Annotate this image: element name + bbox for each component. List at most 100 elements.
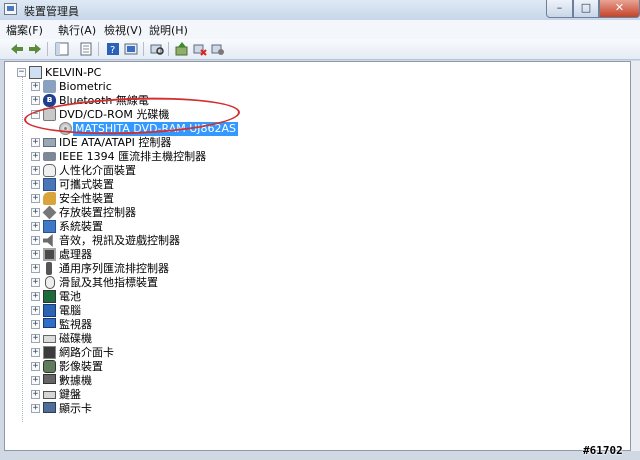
tree-node-battery[interactable]: + 電池 xyxy=(31,290,331,304)
tree-node-system[interactable]: + 系統裝置 xyxy=(31,220,331,234)
tree-node-label: IEEE 1394 匯流排主機控制器 xyxy=(59,150,207,163)
tree-node-ieee1394[interactable]: + IEEE 1394 匯流排主機控制器 xyxy=(31,150,331,164)
tree-node-monitor[interactable]: + 監視器 xyxy=(31,318,331,332)
toolbar-separator xyxy=(168,42,169,56)
toolbar-separator xyxy=(98,42,99,56)
expand-icon[interactable]: + xyxy=(31,166,40,175)
mouse-icon xyxy=(45,276,55,289)
tree-node-computer[interactable]: + 電腦 xyxy=(31,304,331,318)
expand-icon[interactable]: + xyxy=(31,194,40,203)
help-icon[interactable]: ? xyxy=(106,42,120,56)
tree-node-ide[interactable]: + IDE ATA/ATAPI 控制器 xyxy=(31,136,331,150)
tree-node-imaging[interactable]: + 影像裝置 xyxy=(31,360,331,374)
battery-icon xyxy=(43,290,56,303)
keyboard-icon xyxy=(43,391,56,399)
imaging-device-icon xyxy=(43,360,56,373)
expand-icon[interactable]: + xyxy=(31,152,40,161)
back-arrow-icon[interactable] xyxy=(10,42,24,56)
tree-node-hid[interactable]: + 人性化介面裝置 xyxy=(31,164,331,178)
processor-icon xyxy=(43,248,56,261)
toolbar-separator xyxy=(143,42,144,56)
expand-icon[interactable]: + xyxy=(31,222,40,231)
window-right-edge xyxy=(631,61,640,451)
expand-icon[interactable]: + xyxy=(31,250,40,259)
tree-node-portable[interactable]: + 可攜式裝置 xyxy=(31,178,331,192)
scan-hardware-icon[interactable] xyxy=(150,42,164,56)
tree-node-biometric[interactable]: + Biometric xyxy=(31,80,331,94)
expand-icon[interactable]: + xyxy=(31,180,40,189)
collapse-icon[interactable]: − xyxy=(17,68,26,77)
expand-icon[interactable]: + xyxy=(31,138,40,147)
maximize-button[interactable]: □ xyxy=(573,0,599,18)
security-key-icon xyxy=(43,192,56,205)
tree-node-sound[interactable]: + 音效，視訊及遊戲控制器 xyxy=(31,234,331,248)
forward-arrow-icon[interactable] xyxy=(28,42,42,56)
tree-node-mouse[interactable]: + 滑鼠及其他指標裝置 xyxy=(31,276,331,290)
tree-node-label: 存放裝置控制器 xyxy=(59,206,136,219)
tree-node-label: 可攜式裝置 xyxy=(59,178,114,191)
menu-file[interactable]: 檔案(F) xyxy=(6,22,43,38)
tree-node-label: Biometric xyxy=(59,80,112,93)
storage-controller-icon xyxy=(42,205,57,220)
monitor-icon xyxy=(43,318,56,328)
portable-device-icon xyxy=(43,178,56,191)
uninstall-icon[interactable] xyxy=(211,42,225,56)
menu-help[interactable]: 說明(H) xyxy=(149,22,188,38)
expand-icon[interactable]: + xyxy=(31,390,40,399)
ieee1394-icon xyxy=(43,152,56,161)
menu-action[interactable]: 執行(A) xyxy=(58,22,96,38)
close-button[interactable]: ✕ xyxy=(599,0,640,18)
tree-node-display[interactable]: + 顯示卡 xyxy=(31,402,331,416)
tree-node-label: 系統裝置 xyxy=(59,220,103,233)
expand-icon[interactable]: + xyxy=(31,292,40,301)
tree-node-label: 影像裝置 xyxy=(59,360,103,373)
expand-icon[interactable]: + xyxy=(31,404,40,413)
expand-icon[interactable]: + xyxy=(31,348,40,357)
tree-root[interactable]: − KELVIN-PC xyxy=(17,66,217,80)
show-hide-tree-icon[interactable] xyxy=(55,42,69,56)
tree-node-storage[interactable]: + 存放裝置控制器 xyxy=(31,205,331,220)
tree-node-label: 顯示卡 xyxy=(59,402,92,415)
tree-node-label: 監視器 xyxy=(59,318,92,331)
menu-view[interactable]: 檢視(V) xyxy=(104,22,142,38)
tree-node-network[interactable]: + 網路介面卡 xyxy=(31,346,331,360)
tree-node-label: 人性化介面裝置 xyxy=(59,164,136,177)
expand-icon[interactable]: + xyxy=(31,236,40,245)
biometric-icon xyxy=(43,80,56,93)
tree-node-label: 安全性裝置 xyxy=(59,192,114,205)
tree-node-label: 通用序列匯流排控制器 xyxy=(59,262,169,275)
expand-icon[interactable]: + xyxy=(31,264,40,273)
tree-node-usb[interactable]: + 通用序列匯流排控制器 xyxy=(31,262,331,276)
show-hidden-icon[interactable] xyxy=(124,42,138,56)
tree-node-label: IDE ATA/ATAPI 控制器 xyxy=(59,136,172,149)
expand-icon[interactable]: + xyxy=(31,208,40,217)
tree-node-disk[interactable]: + 磁碟機 xyxy=(31,332,331,346)
modem-icon xyxy=(43,374,56,384)
window-title: 裝置管理員 xyxy=(24,5,79,18)
minimize-button[interactable]: – xyxy=(546,0,573,18)
disk-drive-icon xyxy=(43,335,56,343)
tree-node-label: 滑鼠及其他指標裝置 xyxy=(59,276,158,289)
disable-device-icon[interactable] xyxy=(193,42,207,56)
expand-icon[interactable]: + xyxy=(31,376,40,385)
expand-icon[interactable]: + xyxy=(31,278,40,287)
display-adapter-icon xyxy=(43,402,56,413)
svg-text:?: ? xyxy=(110,45,115,56)
device-manager-icon xyxy=(4,3,17,15)
tree-node-modem[interactable]: + 數據機 xyxy=(31,374,331,388)
tree-node-label: 數據機 xyxy=(59,374,92,387)
properties-icon[interactable] xyxy=(79,42,93,56)
expand-icon[interactable]: + xyxy=(31,96,40,105)
expand-icon[interactable]: + xyxy=(31,362,40,371)
expand-icon[interactable]: + xyxy=(31,334,40,343)
update-driver-icon[interactable] xyxy=(175,42,189,56)
expand-icon[interactable]: + xyxy=(31,306,40,315)
tree-node-processor[interactable]: + 處理器 xyxy=(31,248,331,262)
computer-root-icon xyxy=(29,66,42,79)
tree-root-label: KELVIN-PC xyxy=(45,66,102,79)
tree-node-security[interactable]: + 安全性裝置 xyxy=(31,192,331,206)
tree-node-keyboard[interactable]: + 鍵盤 xyxy=(31,388,331,402)
toolbar-separator xyxy=(47,42,48,56)
expand-icon[interactable]: + xyxy=(31,320,40,329)
expand-icon[interactable]: + xyxy=(31,82,40,91)
